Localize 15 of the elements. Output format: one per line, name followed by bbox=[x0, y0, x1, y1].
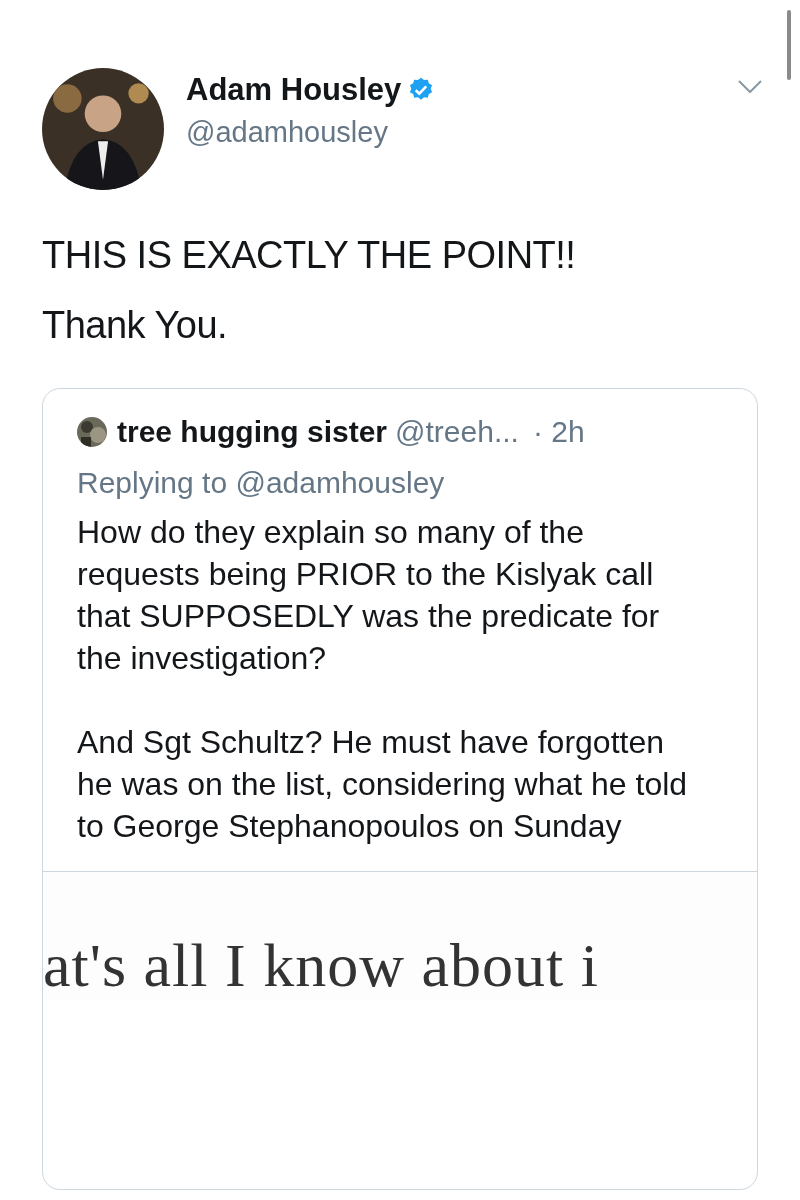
quoted-author-name: tree hugging sister bbox=[117, 415, 388, 449]
quoted-author-handle: @treeh... bbox=[395, 415, 519, 449]
author-name[interactable]: Adam Housley bbox=[186, 70, 402, 110]
replying-to-text: Replying to @adamhousley bbox=[77, 465, 446, 501]
timestamp: · 2h bbox=[532, 415, 585, 449]
quoted-tweet-text: How do they explain so many of the requests being PRIOR to the Kislyak call that SUPPOSEDLY was the predicate for the investigation? bbox=[77, 513, 661, 678]
document-text: at's all I know about i bbox=[43, 930, 599, 1001]
tweet-text: THIS IS EXACTLY THE POINT!! bbox=[42, 233, 577, 278]
chevron-down-icon[interactable] bbox=[738, 80, 762, 94]
author-handle[interactable]: @adamhousley bbox=[186, 112, 738, 152]
avatar bbox=[77, 417, 107, 447]
tweet-text: Thank You. bbox=[42, 303, 229, 348]
quoted-tweet-card[interactable] bbox=[42, 388, 758, 1190]
quoted-tweet-text: And Sgt Schultz? He must have forgotten he was on the list, considering what he told to George Stephanopoulos on Sunday bbox=[77, 723, 689, 846]
scroll-bar bbox=[787, 10, 791, 80]
